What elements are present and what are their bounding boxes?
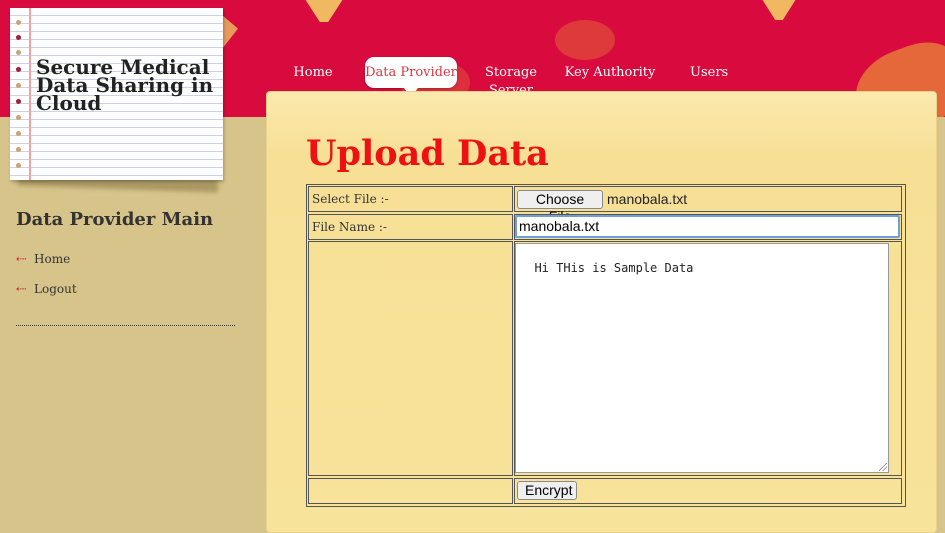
sidebar-link-logout[interactable]: ⇠ Logout (16, 282, 77, 297)
notepad-hole-icon (16, 147, 21, 152)
notepad-hole-icon (16, 50, 21, 55)
file-name-input[interactable]: manobala.txt (515, 215, 900, 238)
file-content-text: Hi THis is Sample Data (534, 261, 694, 275)
sidebar-divider (16, 325, 235, 326)
notepad-hole-icon (16, 115, 21, 120)
notepad-hole-icon (16, 35, 21, 40)
encrypt-button[interactable]: Encrypt (517, 481, 577, 500)
notepad-hole-icon (16, 131, 21, 136)
arrow-bullet-icon: ⇠ (16, 252, 27, 267)
sidebar-title: Data Provider Main (16, 209, 214, 230)
file-name-label-cell: File Name :- (308, 214, 513, 240)
sidebar-link-home[interactable]: ⇠ Home (16, 252, 70, 267)
notepad-hole-icon (16, 83, 21, 88)
decorative-blob (555, 20, 615, 60)
select-file-label: Select File :- (312, 192, 389, 206)
notepad-hole-icon (16, 20, 21, 25)
triangle-decoration-icon (222, 15, 238, 49)
page-title: Upload Data (306, 133, 549, 174)
arrow-bullet-icon: ⇠ (16, 282, 27, 297)
notepad-hole-icon (16, 67, 21, 72)
content-label-cell (308, 241, 513, 476)
star-decoration-icon (303, 0, 345, 22)
select-file-label-cell: Select File :- (308, 186, 513, 212)
choose-file-button[interactable]: Choose File (517, 190, 603, 224)
site-title: Secure Medical Data Sharing in Cloud (36, 55, 214, 115)
nav-item-data-provider[interactable]: Data Provider (365, 57, 457, 88)
sidebar-link-label: Logout (34, 282, 77, 296)
nav-item-home[interactable]: Home (293, 64, 333, 82)
star-decoration-icon (760, 0, 798, 20)
file-name-label: File Name :- (312, 220, 387, 234)
nav-item-users[interactable]: Users (690, 64, 728, 82)
resize-grip-icon[interactable] (879, 463, 887, 471)
site-logo[interactable]: Secure Medical Data Sharing in Cloud (10, 8, 223, 180)
chosen-file-name: manobala.txt (607, 191, 688, 207)
notepad-hole-icon (16, 163, 21, 168)
nav-item-key-authority[interactable]: Key Authority (563, 64, 657, 82)
notepad-margin-line (29, 8, 31, 180)
empty-label-cell (308, 478, 513, 504)
file-content-textarea[interactable]: Hi THis is Sample Data (515, 243, 889, 473)
notepad-hole-icon (16, 99, 21, 104)
sidebar-link-label: Home (34, 252, 71, 266)
